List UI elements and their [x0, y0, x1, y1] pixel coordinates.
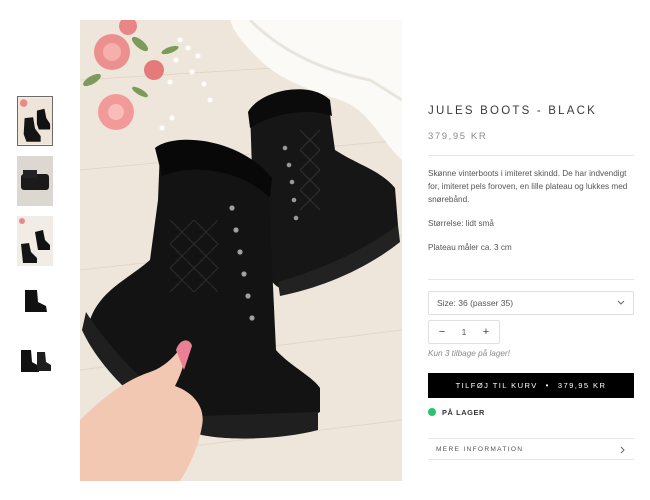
- thumbnail-3-image: [17, 216, 53, 266]
- product-description: Skønne vinterboots i imiteret skindd. De…: [428, 167, 634, 265]
- chevron-down-icon: [617, 300, 625, 305]
- quantity-stepper: − 1 +: [428, 320, 500, 344]
- size-select[interactable]: Size: 36 (passer 35): [428, 291, 634, 315]
- product-title: JULES BOOTS - BLACK: [428, 105, 597, 117]
- thumbnail-1-image: [18, 97, 52, 145]
- product-photo: [80, 20, 402, 481]
- size-select-value: Size: 36 (passer 35): [437, 298, 514, 308]
- chevron-right-icon: [620, 446, 625, 454]
- thumbnail-3[interactable]: [17, 216, 53, 266]
- thumbnail-5-image: [17, 336, 53, 386]
- thumbnail-4-image: [17, 276, 53, 326]
- quantity-increase-button[interactable]: +: [475, 321, 497, 343]
- description-paragraph: Skønne vinterboots i imiteret skindd. De…: [428, 169, 628, 204]
- add-to-cart-label: TILFØJ TIL KURV: [455, 381, 538, 390]
- availability-status: PÅ LAGER: [428, 406, 485, 418]
- thumbnail-4[interactable]: [17, 276, 53, 326]
- more-information-label: MERE INFORMATION: [436, 446, 524, 453]
- add-to-cart-price: 379,95 KR: [557, 381, 607, 390]
- description-plateau-note: Plateau måler ca. 3 cm: [428, 243, 512, 252]
- product-price: 379,95 KR: [428, 131, 488, 142]
- stock-warning: Kun 3 tilbage på lager!: [428, 349, 510, 358]
- thumbnail-2-image: [17, 156, 53, 206]
- thumbnail-2[interactable]: [17, 156, 53, 206]
- quantity-decrease-button[interactable]: −: [431, 321, 453, 343]
- add-to-cart-button[interactable]: TILFØJ TIL KURV • 379,95 KR: [428, 373, 634, 398]
- divider: [428, 279, 634, 280]
- quantity-value[interactable]: 1: [451, 327, 477, 337]
- add-to-cart-separator: •: [545, 381, 550, 390]
- divider: [428, 155, 634, 156]
- more-information-toggle[interactable]: MERE INFORMATION: [428, 438, 634, 460]
- product-main-image[interactable]: [80, 20, 402, 481]
- description-size-note: Størrelse: lidt små: [428, 219, 494, 228]
- availability-label: PÅ LAGER: [442, 407, 485, 417]
- in-stock-dot-icon: [428, 408, 436, 416]
- thumbnail-1[interactable]: [17, 96, 53, 146]
- thumbnail-5[interactable]: [17, 336, 53, 386]
